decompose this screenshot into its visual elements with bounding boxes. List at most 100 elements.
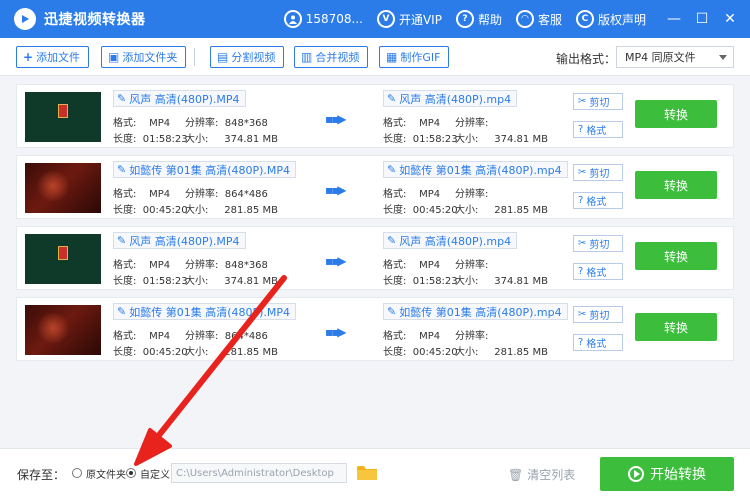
copyright-button[interactable]: C 版权声明 — [575, 10, 646, 28]
minimize-icon: — — [667, 11, 681, 27]
app-title: 迅捷视频转换器 — [44, 12, 146, 28]
output-resolution: 分辨率: — [455, 189, 489, 200]
output-size: 大小: 281.85 MB — [455, 347, 548, 358]
source-duration: 长度: 01:58:23 — [113, 134, 188, 145]
title-bar: 迅捷视频转换器 158708... V 开通VIP ? 帮助 ◠ 客服 C 版权… — [0, 0, 750, 38]
video-thumbnail — [25, 234, 101, 284]
add-file-button[interactable]: + 添加文件 — [16, 46, 90, 68]
source-duration: 长度: 00:45:20 — [113, 205, 188, 216]
vip-button[interactable]: V 开通VIP — [376, 10, 442, 28]
cut-button[interactable]: ✂ 剪切 — [573, 93, 623, 110]
minimize-button[interactable]: — — [660, 0, 688, 38]
output-resolution: 分辨率: — [455, 118, 489, 129]
source-resolution: 分辨率: 864*486 — [185, 331, 268, 342]
format-button[interactable]: ? 格式 — [573, 121, 623, 138]
output-size: 大小: 374.81 MB — [455, 134, 548, 145]
copyright-icon: C — [575, 10, 594, 28]
scissors-icon: ✂ — [578, 167, 587, 178]
output-duration: 长度: 00:45:20 — [383, 347, 458, 358]
convert-button[interactable]: 转换 — [635, 242, 717, 270]
split-video-button[interactable]: ▤ 分割视频 — [210, 46, 285, 68]
cut-button[interactable]: ✂ 剪切 — [573, 306, 623, 323]
original-folder-radio[interactable] — [72, 468, 82, 478]
merge-icon: ▥ — [301, 50, 313, 64]
gif-icon: ▦ — [386, 50, 398, 64]
play-icon — [628, 466, 644, 482]
output-format: 格式: MP4 — [383, 118, 441, 129]
folder-icon[interactable] — [356, 464, 378, 481]
headset-icon: ◠ — [515, 10, 534, 28]
file-row[interactable]: ✎ 如懿传 第01集 高清(480P).MP4 格式: MP4 分辨率: 864… — [16, 155, 734, 219]
output-filename[interactable]: ✎ 风声 高清(480P).mp4 — [383, 90, 518, 107]
convert-arrow-icon: ▪▪▶ — [325, 112, 346, 126]
output-duration: 长度: 01:58:23 — [383, 134, 458, 145]
convert-button[interactable]: 转换 — [635, 313, 717, 341]
edit-icon: ✎ — [117, 92, 127, 105]
save-to-label: 保存至： — [17, 468, 66, 482]
output-filename[interactable]: ✎ 如懿传 第01集 高清(480P).mp4 — [383, 161, 568, 178]
add-folder-button[interactable]: ▣ 添加文件夹 — [101, 46, 187, 68]
source-resolution: 分辨率: 848*368 — [185, 118, 268, 129]
file-row[interactable]: ✎ 风声 高清(480P).MP4 格式: MP4 分辨率: 848*368 长… — [16, 226, 734, 290]
video-thumbnail — [25, 305, 101, 355]
edit-icon: ✎ — [387, 92, 397, 105]
format-button[interactable]: ? 格式 — [573, 334, 623, 351]
source-format: 格式: MP4 — [113, 118, 171, 129]
vip-icon: V — [376, 10, 395, 28]
close-icon: ✕ — [724, 11, 736, 27]
format-icon: ? — [578, 337, 584, 348]
file-row[interactable]: ✎ 如懿传 第01集 高清(480P).MP4 格式: MP4 分辨率: 864… — [16, 297, 734, 361]
plus-icon: + — [23, 50, 34, 64]
source-filename[interactable]: ✎ 如懿传 第01集 高清(480P).MP4 — [113, 303, 297, 320]
output-filename[interactable]: ✎ 如懿传 第01集 高清(480P).mp4 — [383, 303, 568, 320]
format-icon: ? — [578, 124, 584, 135]
close-button[interactable]: ✕ — [716, 0, 744, 38]
scissors-icon: ✂ — [578, 96, 587, 107]
output-filename[interactable]: ✎ 风声 高清(480P).mp4 — [383, 232, 518, 249]
format-button[interactable]: ? 格式 — [573, 192, 623, 209]
clear-list-button[interactable]: 🗑 清空列表 — [508, 466, 575, 483]
format-button[interactable]: ? 格式 — [573, 263, 623, 280]
make-gif-button[interactable]: ▦ 制作GIF — [379, 46, 450, 68]
file-row[interactable]: ✎ 风声 高清(480P).MP4 格式: MP4 分辨率: 848*368 长… — [16, 84, 734, 148]
merge-video-button[interactable]: ▥ 合并视频 — [294, 46, 369, 68]
original-folder-label[interactable]: 原文件夹 — [86, 466, 126, 481]
source-duration: 长度: 00:45:20 — [113, 347, 188, 358]
edit-icon: ✎ — [387, 234, 397, 247]
convert-arrow-icon: ▪▪▶ — [325, 183, 346, 197]
source-size: 大小: 374.81 MB — [185, 276, 278, 287]
user-account[interactable]: 158708... — [283, 10, 363, 28]
user-id: 158708... — [305, 12, 363, 26]
convert-button[interactable]: 转换 — [635, 100, 717, 128]
chevron-down-icon — [719, 55, 727, 60]
custom-folder-label[interactable]: 自定义 — [140, 466, 170, 481]
output-resolution: 分辨率: — [455, 260, 489, 271]
trash-icon: 🗑 — [508, 467, 524, 482]
cut-button[interactable]: ✂ 剪切 — [573, 235, 623, 252]
start-convert-button[interactable]: 开始转换 — [600, 457, 734, 491]
custom-folder-radio[interactable] — [126, 468, 136, 478]
scissors-icon: ✂ — [578, 309, 587, 320]
format-icon: ? — [578, 195, 584, 206]
source-filename[interactable]: ✎ 风声 高清(480P).MP4 — [113, 90, 246, 107]
output-format-select[interactable]: MP4 同原文件 — [616, 46, 734, 68]
output-path-input[interactable] — [171, 463, 347, 483]
help-button[interactable]: ? 帮助 — [455, 10, 502, 28]
output-format: 格式: MP4 — [383, 260, 441, 271]
source-size: 大小: 281.85 MB — [185, 205, 278, 216]
source-duration: 长度: 01:58:23 — [113, 276, 188, 287]
cut-button[interactable]: ✂ 剪切 — [573, 164, 623, 181]
app-logo-icon — [14, 8, 36, 30]
service-button[interactable]: ◠ 客服 — [515, 10, 562, 28]
toolbar: + 添加文件 ▣ 添加文件夹 ▤ 分割视频 ▥ 合并视频 ▦ 制作GIF 输出格… — [0, 38, 750, 76]
bottom-bar: 保存至： 原文件夹 自定义 🗑 清空列表 开始转换 — [0, 448, 750, 498]
maximize-button[interactable]: ☐ — [688, 0, 716, 38]
video-thumbnail — [25, 163, 101, 213]
source-filename[interactable]: ✎ 如懿传 第01集 高清(480P).MP4 — [113, 161, 297, 178]
user-icon — [283, 10, 302, 28]
source-filename[interactable]: ✎ 风声 高清(480P).MP4 — [113, 232, 246, 249]
convert-button[interactable]: 转换 — [635, 171, 717, 199]
split-icon: ▤ — [217, 50, 229, 64]
format-icon: ? — [578, 266, 584, 277]
edit-icon: ✎ — [387, 305, 397, 318]
